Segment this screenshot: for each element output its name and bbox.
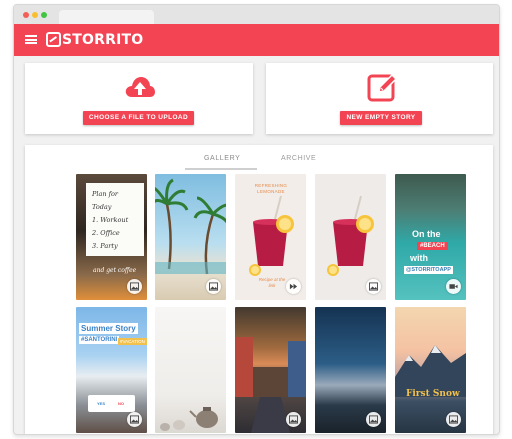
- teapot-illustration: [160, 407, 218, 431]
- poll-option-no: NO: [118, 401, 124, 406]
- note-line: 1. Workout: [92, 216, 129, 224]
- video-camera-icon: [449, 284, 458, 289]
- logo-icon: [46, 32, 61, 47]
- story-text: On the: [412, 229, 441, 239]
- gallery-item[interactable]: First Snow: [395, 307, 466, 433]
- image-badge: [127, 412, 142, 427]
- image-badge: [366, 412, 381, 427]
- tab-gallery[interactable]: GALLERY: [204, 155, 240, 162]
- tab-archive[interactable]: ARCHIVE: [281, 155, 316, 162]
- new-empty-story-button[interactable]: NEW EMPTY STORY: [340, 111, 422, 125]
- hashtag-sticker: #VACATION: [118, 338, 147, 345]
- poll-sticker: YES NO: [88, 395, 135, 412]
- gallery-item[interactable]: [235, 307, 306, 433]
- note-title: Plan for Today: [92, 190, 119, 211]
- video-badge: [286, 279, 301, 294]
- fast-forward-icon: [289, 283, 298, 290]
- image-icon: [449, 415, 458, 424]
- image-badge: [446, 412, 461, 427]
- note-line: 3. Party: [92, 242, 118, 250]
- gallery-item[interactable]: Plan for Today 1. Workout 2. Office 3. P…: [76, 174, 147, 300]
- new-story-card: NEW EMPTY STORY: [266, 63, 493, 134]
- active-tab-indicator: [185, 168, 257, 170]
- video-badge: [446, 279, 461, 294]
- story-title: First Snow: [406, 389, 460, 399]
- note-line: 2. Office: [92, 229, 120, 237]
- gallery-item[interactable]: [155, 307, 226, 433]
- story-title: Summer Story: [79, 323, 138, 334]
- minimize-window-icon[interactable]: [32, 12, 38, 18]
- browser-window: STORRITO CHOOSE A FILE TO UPLOAD NEW EMP…: [13, 4, 500, 435]
- maximize-window-icon[interactable]: [41, 12, 47, 18]
- browser-tab[interactable]: [59, 10, 154, 24]
- gallery-item[interactable]: Summer Story #SANTORINI #VACATION YES NO: [76, 307, 147, 433]
- image-icon: [369, 415, 378, 424]
- edit-icon: [367, 73, 398, 102]
- gallery-panel: GALLERY ARCHIVE Plan for Today 1. Workou…: [25, 145, 493, 434]
- gallery-item[interactable]: [155, 174, 226, 300]
- image-icon: [130, 415, 139, 424]
- image-badge: [366, 279, 381, 294]
- poll-option-yes: YES: [97, 401, 106, 406]
- gallery-item[interactable]: REFRESHING LEMONADE Recipe at the link: [235, 174, 306, 300]
- image-icon: [209, 282, 218, 291]
- image-badge: [127, 279, 142, 294]
- close-window-icon[interactable]: [23, 12, 29, 18]
- gallery-item[interactable]: [315, 174, 386, 300]
- gallery-item[interactable]: [315, 307, 386, 433]
- menu-icon[interactable]: [25, 35, 37, 44]
- image-badge: [206, 279, 221, 294]
- location-sticker: #SANTORINI: [79, 336, 120, 344]
- story-caption: and get coffee: [93, 267, 137, 274]
- story-text: with: [410, 253, 428, 263]
- gallery-tabs: GALLERY ARCHIVE: [185, 151, 335, 170]
- browser-chrome: [14, 5, 499, 24]
- app-bar: STORRITO: [14, 24, 499, 56]
- choose-file-button[interactable]: CHOOSE A FILE TO UPLOAD: [83, 111, 194, 125]
- note-paper: Plan for Today 1. Workout 2. Office 3. P…: [86, 183, 144, 256]
- hashtag-sticker: #BEACH: [417, 242, 448, 250]
- image-icon: [289, 415, 298, 424]
- gallery-item[interactable]: On the #BEACH with @STORRITOAPP: [395, 174, 466, 300]
- image-icon: [369, 282, 378, 291]
- story-caption: Recipe at the link: [258, 277, 286, 288]
- image-icon: [130, 282, 139, 291]
- mention-sticker: @STORRITOAPP: [404, 266, 453, 274]
- brand-name: STORRITO: [62, 32, 144, 48]
- upload-card: CHOOSE A FILE TO UPLOAD: [25, 63, 253, 134]
- cloud-upload-icon: [125, 77, 155, 97]
- image-badge: [286, 412, 301, 427]
